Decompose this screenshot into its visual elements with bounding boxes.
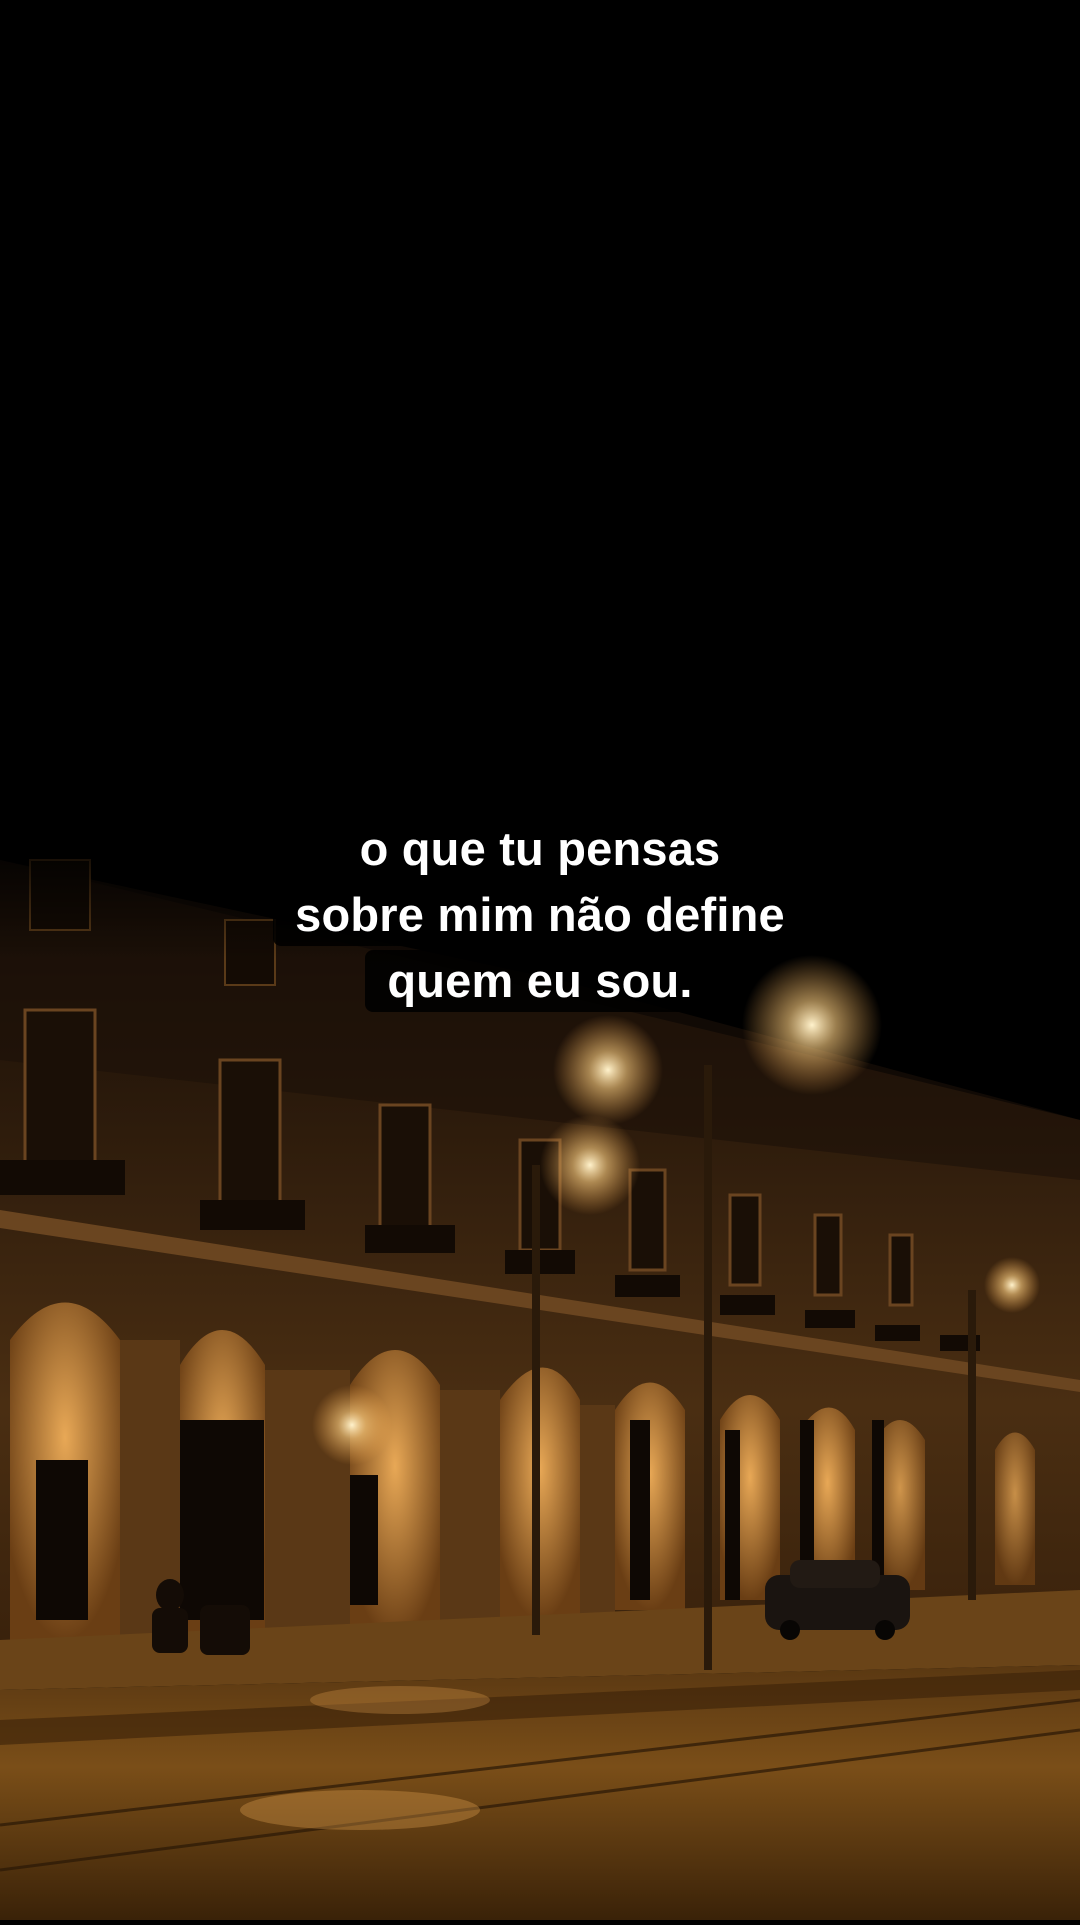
caption: o que tu pensas sobre mim não define que…: [0, 818, 1080, 1012]
caption-line-3: quem eu sou.: [365, 950, 715, 1012]
caption-line-2: sobre mim não define: [273, 884, 807, 946]
caption-line-1: o que tu pensas: [337, 818, 743, 880]
